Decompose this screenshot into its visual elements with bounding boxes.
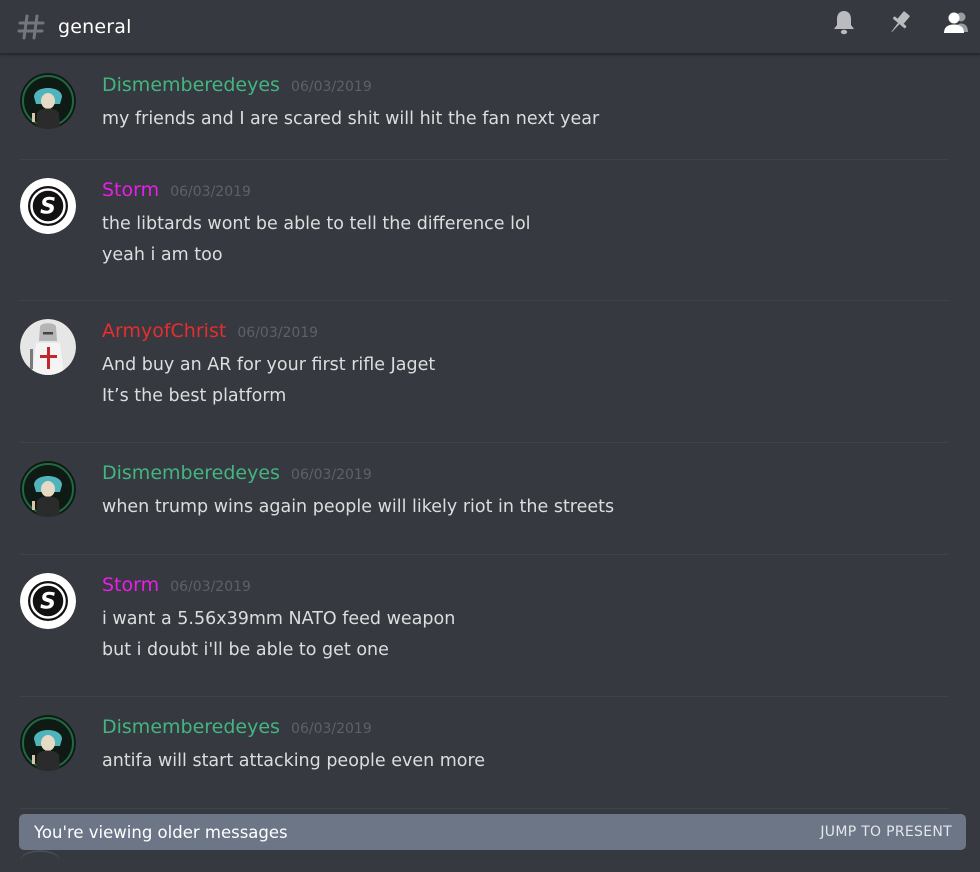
- message-text: my friends and I are scared shit will hi…: [102, 109, 600, 129]
- svg-text:S: S: [40, 590, 56, 615]
- message-group: Dismemberedeyes 06/03/2019 my friends an…: [20, 55, 948, 160]
- message-text: but i doubt i'll be able to get one: [102, 640, 389, 660]
- username[interactable]: Dismemberedeyes: [102, 74, 280, 96]
- next-avatar-peek: [20, 850, 60, 872]
- timestamp: 06/03/2019: [170, 184, 251, 200]
- message-group: S Storm 06/03/2019 the libtards wont be …: [20, 160, 948, 301]
- svg-text:S: S: [40, 195, 56, 220]
- message-group: S Storm 06/03/2019 i want a 5.56x39mm NA…: [20, 555, 948, 697]
- pin-icon[interactable]: [886, 8, 914, 36]
- username[interactable]: Storm: [102, 179, 159, 201]
- username[interactable]: Dismemberedeyes: [102, 462, 280, 484]
- members-icon[interactable]: [942, 8, 970, 36]
- banner-text: You're viewing older messages: [34, 822, 288, 842]
- timestamp: 06/03/2019: [291, 721, 372, 737]
- message-group: ArmyofChrist 06/03/2019 And buy an AR fo…: [20, 301, 948, 443]
- message-text: i want a 5.56x39mm NATO feed weapon: [102, 609, 456, 629]
- message-text: yeah i am too: [102, 245, 223, 265]
- avatar[interactable]: [20, 319, 76, 375]
- timestamp: 06/03/2019: [291, 79, 372, 95]
- username[interactable]: Dismemberedeyes: [102, 716, 280, 738]
- message-group: Dismemberedeyes 06/03/2019 antifa will s…: [20, 697, 948, 809]
- message-group: Dismemberedeyes 06/03/2019 when trump wi…: [20, 443, 948, 555]
- username[interactable]: Storm: [102, 574, 159, 596]
- timestamp: 06/03/2019: [170, 579, 251, 595]
- avatar[interactable]: S: [20, 178, 76, 234]
- jump-to-present-button[interactable]: JUMP TO PRESENT: [820, 824, 952, 840]
- hash-icon: [17, 14, 45, 39]
- avatar[interactable]: S: [20, 573, 76, 629]
- message-text: when trump wins again people will likely…: [102, 497, 615, 517]
- channel-name: general: [58, 15, 132, 38]
- username[interactable]: ArmyofChrist: [102, 320, 226, 342]
- message-text: It’s the best platform: [102, 386, 287, 406]
- timestamp: 06/03/2019: [237, 325, 319, 341]
- message-text: antifa will start attacking people even …: [102, 751, 486, 771]
- message-text: And buy an AR for your first rifle Jaget: [102, 355, 436, 375]
- message-list: Dismemberedeyes 06/03/2019 my friends an…: [0, 55, 980, 809]
- channel-header: general: [0, 0, 980, 54]
- avatar[interactable]: [20, 73, 76, 129]
- message-text: the libtards wont be able to tell the di…: [102, 214, 531, 234]
- avatar[interactable]: [20, 715, 76, 771]
- avatar[interactable]: [20, 461, 76, 517]
- timestamp: 06/03/2019: [291, 467, 372, 483]
- older-messages-banner: You're viewing older messages JUMP TO PR…: [19, 814, 966, 850]
- bell-icon[interactable]: [830, 8, 858, 36]
